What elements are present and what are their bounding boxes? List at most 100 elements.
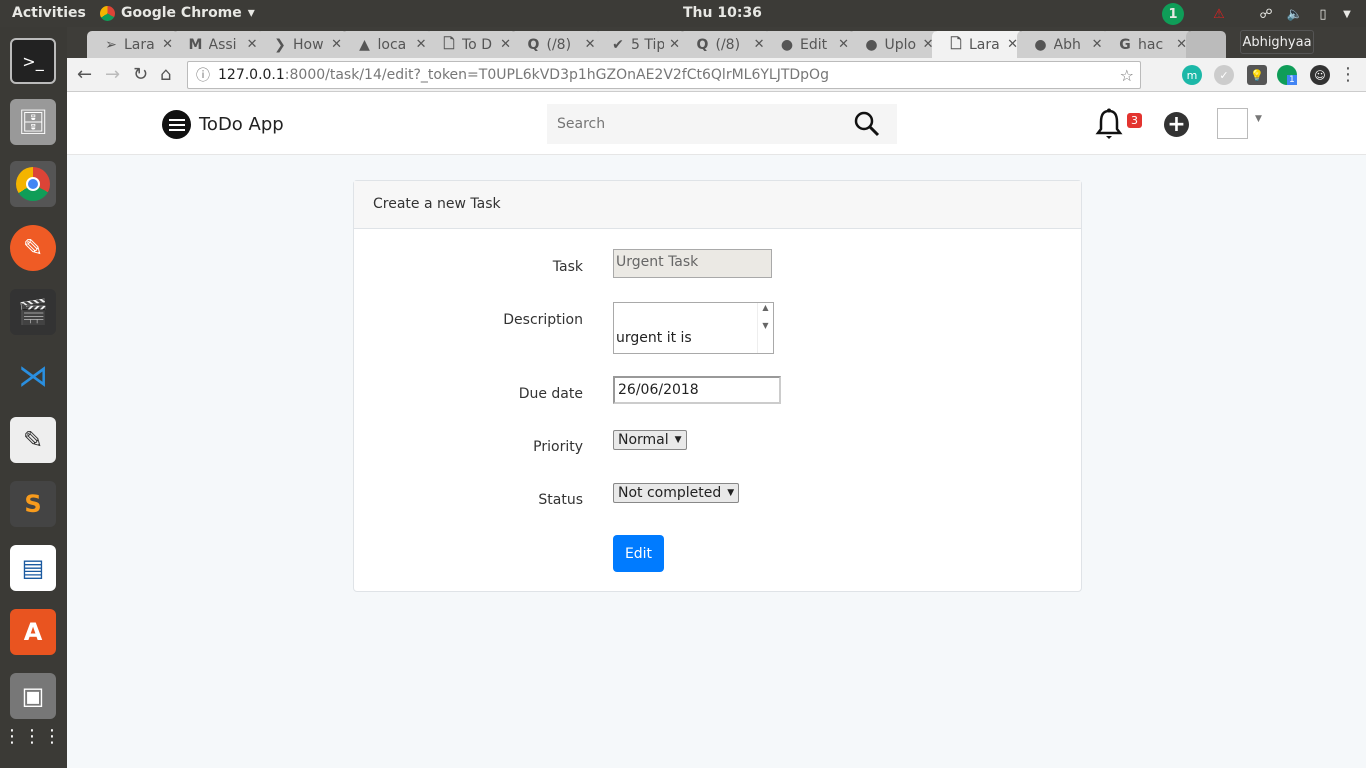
priority-select[interactable]: Normal ▼ [613,430,687,450]
tab[interactable]: ● Edit ✕ [763,31,855,58]
extension-pocket-icon[interactable]: ✓ [1214,65,1234,85]
chrome-menu-icon[interactable]: ⋮ [1339,64,1357,85]
avatar[interactable] [1217,108,1248,139]
edit-button[interactable]: Edit [613,535,664,572]
tab-label: hac [1138,36,1164,53]
postman-icon[interactable]: ✎ [10,225,56,271]
new-tab-button[interactable] [1185,31,1226,58]
extension-chat-icon[interactable]: ☺ [1310,65,1330,85]
tab-favicon-icon: Q [527,36,540,53]
system-top-bar: Activities Google Chrome ▾ Thu 10:36 1 ⚠ … [0,0,1366,27]
video-editor-icon[interactable]: 🎬 [10,289,56,335]
tab-favicon-icon: ➢ [105,36,117,53]
search-input[interactable] [547,105,847,143]
tab-label: Lara [124,36,155,53]
tab-label: Uplo [884,36,917,53]
profile-button[interactable]: Abhighyaa [1240,30,1314,54]
tab[interactable]: Q (/8) ✕ [678,31,771,58]
bell-icon[interactable] [1095,108,1123,144]
text-editor-icon[interactable]: ✎ [10,417,56,463]
tab-label: Abh [1053,36,1081,53]
notification-badge: 3 [1127,113,1142,128]
card-title: Create a new Task [354,181,1081,229]
forward-button[interactable]: → [105,64,120,85]
task-input[interactable]: Urgent Task [613,249,772,278]
tab[interactable]: ● Uplo ✕ [847,31,940,58]
tab-favicon-icon: M [188,36,203,53]
dropdown-arrow-icon: ▼ [727,488,735,498]
tab[interactable]: ✔ 5 Tip ✕ [594,31,686,58]
priority-label: Priority [533,439,583,455]
tab-label: (/8) [546,36,572,53]
tab[interactable]: ● Abh ✕ [1016,31,1109,58]
chrome-icon [100,5,115,21]
info-icon[interactable]: ⓘ [196,65,210,85]
back-button[interactable]: ← [77,64,92,85]
brand[interactable]: ToDo App [162,110,284,139]
sublime-icon[interactable]: S [10,481,56,527]
due-date-label: Due date [518,386,583,402]
tab-label: How [293,36,324,53]
terminal-icon[interactable]: >_ [10,38,56,84]
tab-favicon-icon: 🗋 [950,35,962,52]
notification-icon[interactable]: 1 [1162,3,1184,25]
tab-favicon-icon: ❯ [274,36,286,53]
tab[interactable]: 🗋 To D ✕ [425,31,517,58]
activities-button[interactable]: Activities [12,5,86,21]
warning-icon[interactable]: ⚠ [1208,3,1230,25]
home-button[interactable]: ⌂ [160,64,171,85]
tab[interactable]: M Assi ✕ [171,31,264,58]
task-label: Task [552,259,583,275]
extension-bulb-icon[interactable]: 💡 [1247,65,1267,85]
bookmark-star-icon[interactable]: ☆ [1120,66,1134,85]
task-form-card: Create a new Task Task Urgent Task Descr… [353,180,1082,592]
tab[interactable]: Q (/8) ✕ [509,31,602,58]
tab[interactable]: Ghac ✕ [1101,31,1193,58]
extension-hangouts-icon[interactable]: 1 [1277,65,1297,85]
extension-m-icon[interactable]: m [1182,65,1202,85]
dropdown-arrow-icon: ▼ [674,435,682,445]
system-menu-icon[interactable]: ▼ [1336,3,1358,25]
tab[interactable]: 🗋 Lara ✕ [932,31,1024,58]
web-page: ToDo App 3 + ▼ Create a new Task Task Ur… [67,92,1366,768]
address-bar[interactable]: ⓘ 127.0.0.1:8000/task/14/edit?_token=T0U… [187,61,1141,89]
tab[interactable]: ➢ Lara ✕ [87,31,179,58]
description-label: Description [503,312,583,328]
status-select[interactable]: Not completed ▼ [613,483,740,503]
tab-label: To D [462,36,492,53]
network-icon[interactable]: ☍ [1255,3,1277,25]
software-center-icon[interactable]: A [10,609,56,655]
writer-icon[interactable]: ▤ [10,545,56,591]
chevron-down-icon[interactable]: ▼ [1255,114,1262,124]
description-textarea[interactable]: urgent it is ▲ ▼ [613,302,774,354]
reload-button[interactable]: ↻ [133,64,148,85]
menu-icon[interactable] [162,110,191,139]
app-menu[interactable]: Google Chrome ▾ [100,5,255,21]
browser-toolbar: ← → ↻ ⌂ ⓘ 127.0.0.1:8000/task/14/edit?_t… [67,58,1366,92]
tab[interactable]: ▲ loca ✕ [340,31,433,58]
apps-grid-icon[interactable]: ⋮⋮⋮ [3,713,61,759]
tab-favicon-icon: ● [780,36,794,53]
launcher: >_ 🗄 ✎ 🎬 ⋊ ✎ S ▤ A ▣ ⋮⋮⋮ [0,27,67,768]
tab-favicon-icon: ● [865,36,878,53]
tab-label: Edit [800,36,828,53]
tab-favicon-icon: ▲ [359,36,370,53]
scrollbar[interactable]: ▲ ▼ [757,303,773,353]
chrome-icon[interactable] [10,161,56,207]
battery-icon[interactable]: ▯ [1312,3,1334,25]
tab-favicon-icon: ✔ [612,36,624,53]
files-icon[interactable]: 🗄 [10,99,56,145]
tab-favicon-icon: 🗋 [443,35,455,52]
tab[interactable]: ❯ How ✕ [256,31,348,58]
vscode-icon[interactable]: ⋊ [10,353,56,399]
tab-favicon-icon: ● [1034,36,1047,53]
tab-favicon-icon: Q [696,36,709,53]
tab-label: Assi [208,36,237,53]
tab-label: 5 Tip [631,36,665,53]
volume-icon[interactable]: 🔈 [1284,3,1306,25]
due-date-input[interactable]: 26/06/2018 [613,376,781,404]
search-icon[interactable] [847,104,887,144]
clock[interactable]: Thu 10:36 [683,5,762,21]
add-task-icon[interactable]: + [1164,112,1189,137]
tab-strip: ➢ Lara ✕ M Assi ✕ ❯ How ✕ ▲ loca ✕ 🗋 To D ✕ Q (/8) ✕ ✔ 5 Ti… [67,27,1366,58]
